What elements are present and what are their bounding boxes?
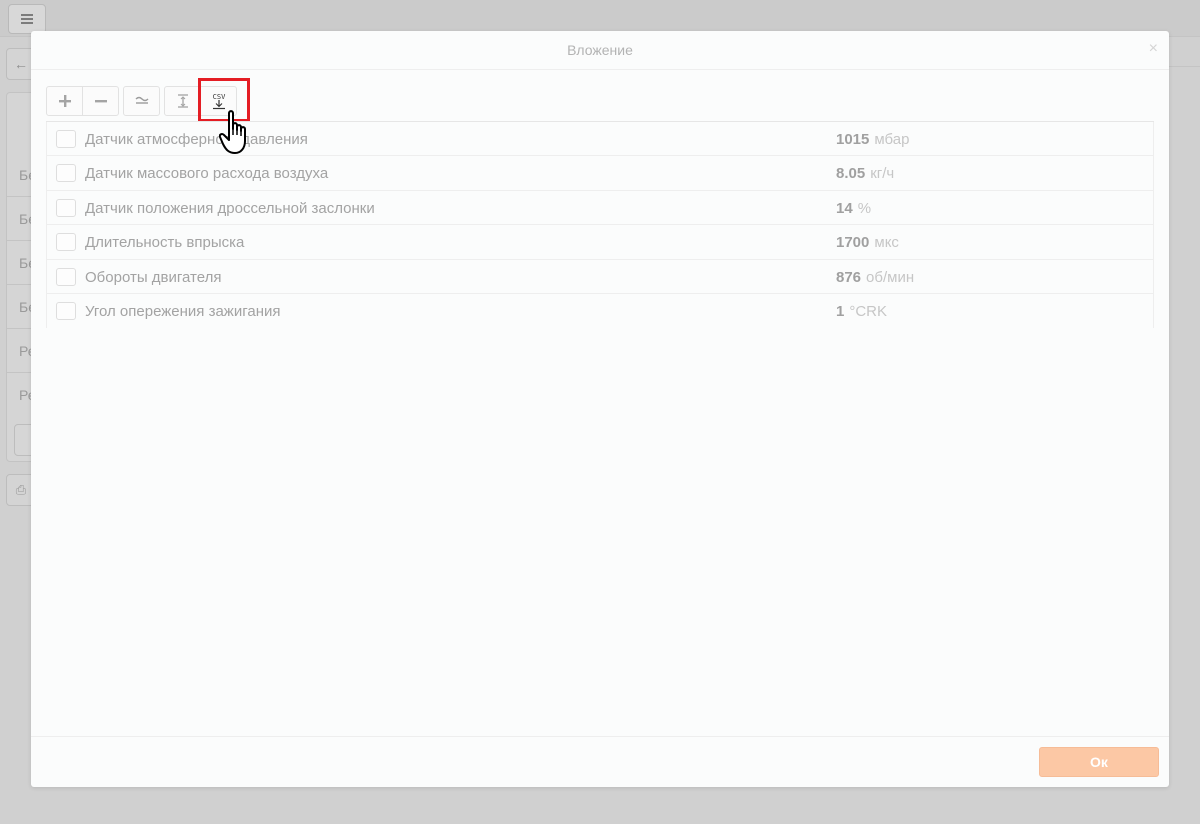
- add-button[interactable]: [46, 86, 83, 116]
- value-unit: мбар: [874, 131, 910, 148]
- text-height-icon: [177, 94, 188, 108]
- approx-button[interactable]: [123, 86, 160, 116]
- sensor-value: 1 °CRK: [836, 303, 887, 320]
- value-number: 1700: [836, 234, 870, 252]
- sensor-value: 1700 мкс: [836, 234, 899, 251]
- row-checkbox[interactable]: [56, 267, 76, 286]
- dialog-title: Вложение: [567, 42, 633, 58]
- remove-button[interactable]: [82, 86, 119, 116]
- attachment-dialog: Вложение × CSV Датчик атмосферного давле…: [31, 31, 1169, 787]
- list-item[interactable]: Угол опережения зажигания 1 °CRK: [46, 293, 1154, 329]
- row-checkbox[interactable]: [56, 301, 76, 320]
- row-checkbox[interactable]: [56, 130, 76, 148]
- sensor-value: 1015 мбар: [836, 131, 909, 148]
- approx-icon: [135, 96, 148, 104]
- list-item[interactable]: Обороты двигателя 876 об/мин: [46, 259, 1154, 294]
- pointer-hand-icon: [219, 110, 246, 154]
- ok-button[interactable]: Ок: [1039, 747, 1159, 777]
- dialog-footer: Ок: [31, 736, 1169, 787]
- sensor-label: Датчик положения дроссельной заслонки: [85, 199, 375, 217]
- list-item[interactable]: Датчик атмосферного давления 1015 мбар: [46, 122, 1154, 157]
- value-unit: об/мин: [866, 268, 915, 286]
- sensor-label: Датчик атмосферного давления: [85, 131, 308, 148]
- sensor-value: 8.05 кг/ч: [836, 165, 894, 182]
- plus-icon: [58, 95, 71, 107]
- list-item[interactable]: Датчик массового расхода воздуха 8.05 кг/…: [46, 156, 1154, 191]
- row-checkbox[interactable]: [56, 164, 76, 183]
- minus-icon: [94, 100, 107, 103]
- sensor-label: Обороты двигателя: [85, 268, 222, 286]
- list-item[interactable]: Датчик положения дроссельной заслонки 14…: [46, 190, 1154, 226]
- value-unit: %: [857, 199, 872, 217]
- value-number: 876: [836, 268, 862, 286]
- list-item[interactable]: Длительность впрыска 1700 мкс: [46, 225, 1154, 260]
- close-icon[interactable]: ×: [1149, 39, 1158, 59]
- value-number: 14: [836, 199, 853, 217]
- dialog-header: Вложение ×: [31, 31, 1169, 70]
- value-unit: кг/ч: [870, 165, 895, 183]
- sensor-list: Датчик атмосферного давления 1015 мбар Да…: [46, 121, 1154, 329]
- sensor-value: 14%: [836, 200, 871, 217]
- sensor-label: Угол опережения зажигания: [85, 302, 281, 320]
- row-checkbox[interactable]: [56, 198, 76, 217]
- value-number: 1015: [836, 131, 870, 148]
- align-button[interactable]: [164, 86, 201, 116]
- row-checkbox[interactable]: [56, 233, 76, 252]
- value-unit: °CRK: [849, 302, 888, 320]
- sensor-label: Датчик массового расхода воздуха: [85, 165, 329, 183]
- sensor-value: 876 об/мин: [836, 269, 914, 286]
- value-unit: мкс: [874, 234, 899, 252]
- value-number: 8.05: [836, 165, 866, 183]
- value-number: 1: [836, 302, 845, 320]
- sensor-label: Длительность впрыска: [85, 234, 245, 252]
- hamburger-menu-icon[interactable]: [8, 4, 46, 34]
- bg-right-edge: [1169, 37, 1200, 67]
